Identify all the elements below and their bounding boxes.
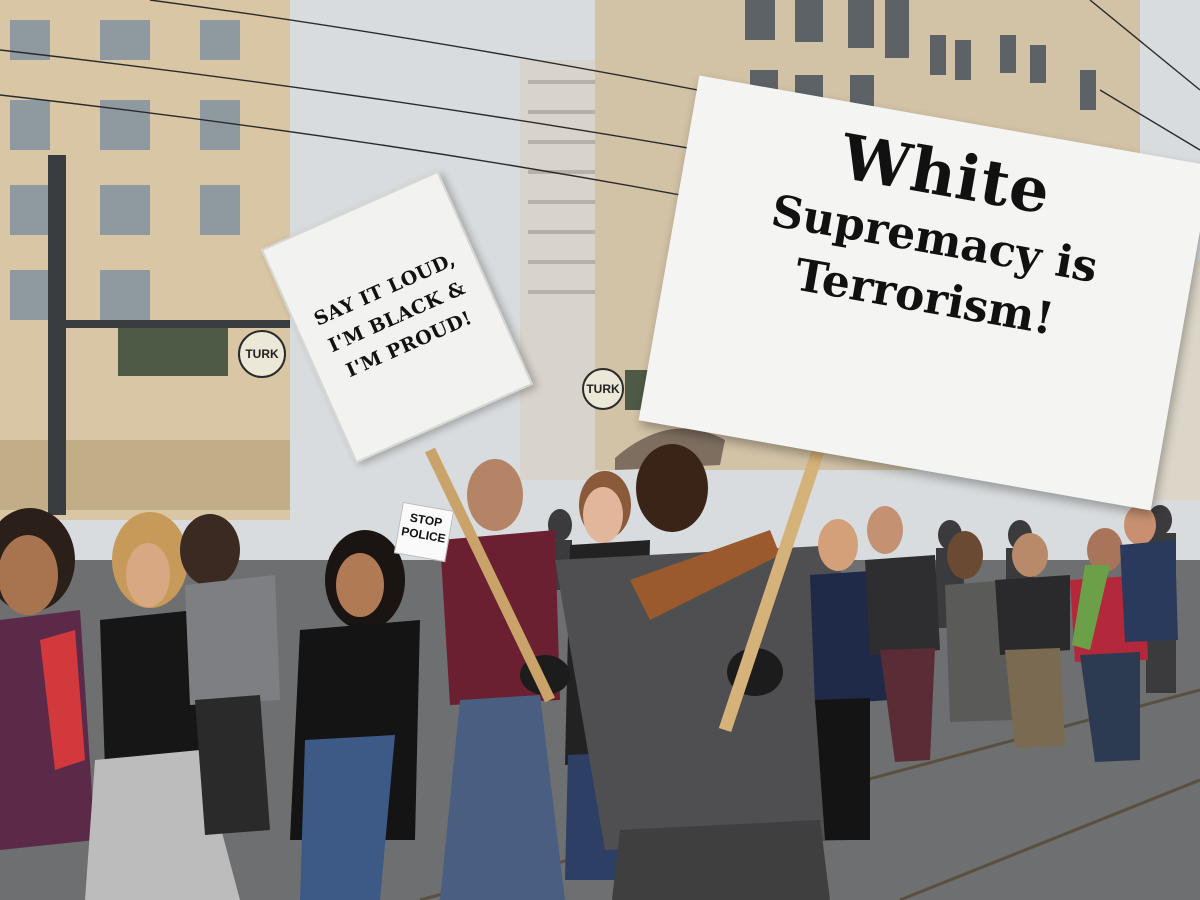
protest-sign-small: STOP POLICE [393,501,455,563]
protest-march-photo: TURK TURK SAY IT LOUD, I'M BLACK & I'M P… [0,0,1200,900]
street-sign-turk-right: TURK [582,368,624,410]
street-sign-turk-left: TURK [238,330,286,378]
traffic-pole [48,155,66,515]
